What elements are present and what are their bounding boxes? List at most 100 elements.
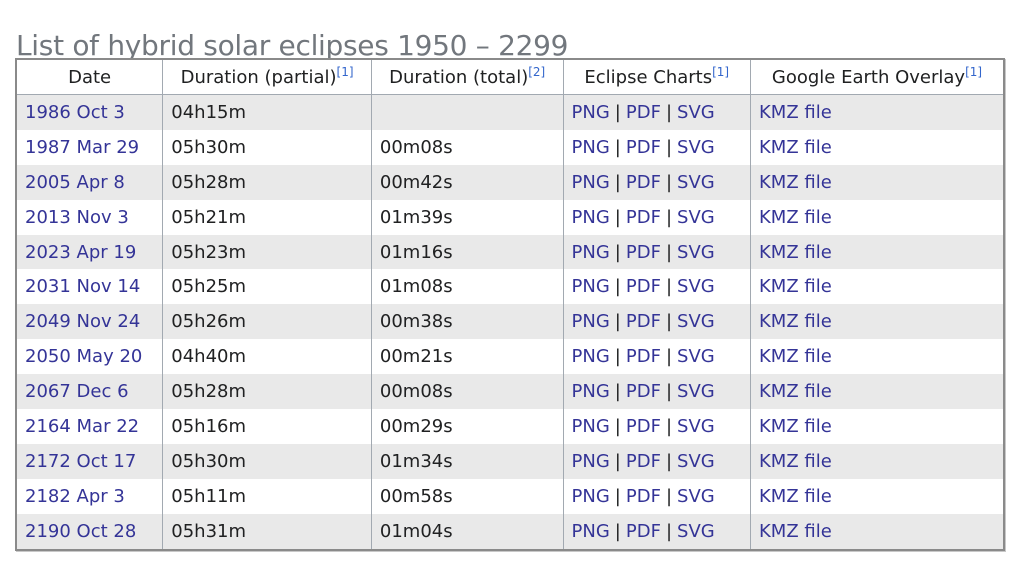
svg-link[interactable]: SVG	[677, 451, 715, 472]
header-duration-partial: Duration (partial)[1]	[162, 59, 372, 95]
date-link[interactable]: 2164 Mar 22	[25, 416, 139, 437]
separator: |	[665, 241, 673, 263]
kmz-link[interactable]: KMZ file	[759, 521, 832, 542]
png-link[interactable]: PNG	[572, 137, 610, 158]
kmz-link[interactable]: KMZ file	[759, 416, 832, 437]
separator: |	[614, 381, 621, 403]
separator: |	[665, 276, 673, 298]
date-link[interactable]: 2067 Dec 6	[25, 381, 129, 402]
table-row: 2172 Oct 17 05h30m 01m34s PNG | PDF | SVG KMZ fi…	[15, 443, 1005, 479]
kmz-link[interactable]: KMZ file	[759, 137, 832, 158]
duration-total-cell: 01m04s	[370, 513, 564, 550]
table-row: 2049 Nov 24 05h26m 00m38s PNG | PDF | SVG KMZ fi…	[15, 304, 1005, 340]
pdf-link[interactable]: PDF	[626, 276, 661, 297]
svg-link[interactable]: SVG	[677, 207, 715, 228]
png-link[interactable]: PNG	[572, 172, 610, 193]
pdf-link[interactable]: PDF	[626, 311, 661, 332]
pdf-link[interactable]: PDF	[626, 346, 661, 367]
date-link[interactable]: 1987 Mar 29	[25, 137, 139, 158]
kmz-link[interactable]: KMZ file	[759, 346, 832, 367]
duration-partial-cell: 05h16m	[162, 409, 372, 444]
date-link[interactable]: 2013 Nov 3	[25, 207, 129, 228]
kmz-link[interactable]: KMZ file	[759, 451, 832, 472]
kmz-link[interactable]: KMZ file	[759, 102, 832, 123]
eclipse-charts-cell: PNG | PDF | SVG	[562, 94, 751, 130]
svg-link[interactable]: SVG	[677, 311, 715, 332]
pdf-link[interactable]: PDF	[626, 451, 661, 472]
separator: |	[665, 450, 673, 472]
kmz-link[interactable]: KMZ file	[759, 242, 832, 263]
google-earth-cell: KMZ file	[749, 199, 1005, 235]
separator: |	[614, 171, 621, 193]
date-link[interactable]: 2050 May 20	[25, 346, 142, 367]
png-link[interactable]: PNG	[572, 521, 610, 542]
png-link[interactable]: PNG	[572, 486, 610, 507]
duration-total-cell	[370, 94, 564, 130]
date-link[interactable]: 2005 Apr 8	[25, 172, 125, 193]
date-link[interactable]: 2182 Apr 3	[25, 486, 125, 507]
reference-link[interactable]: [1]	[337, 65, 354, 79]
pdf-link[interactable]: PDF	[626, 102, 661, 123]
table-row: 1986 Oct 3 04h15m PNG | PDF | SVG KMZ file	[15, 94, 1005, 130]
png-link[interactable]: PNG	[572, 276, 610, 297]
separator: |	[665, 101, 673, 123]
eclipse-charts-cell: PNG | PDF | SVG	[562, 129, 751, 165]
date-link[interactable]: 1986 Oct 3	[25, 102, 125, 123]
kmz-link[interactable]: KMZ file	[759, 207, 832, 228]
reference-link[interactable]: [2]	[528, 65, 545, 79]
eclipse-charts-cell: PNG | PDF | SVG	[562, 304, 751, 340]
svg-link[interactable]: SVG	[677, 172, 715, 193]
kmz-link[interactable]: KMZ file	[759, 172, 832, 193]
svg-link[interactable]: SVG	[677, 416, 715, 437]
pdf-link[interactable]: PDF	[626, 521, 661, 542]
duration-total-cell: 01m16s	[370, 234, 564, 270]
separator: |	[614, 450, 621, 472]
png-link[interactable]: PNG	[572, 416, 610, 437]
pdf-link[interactable]: PDF	[626, 172, 661, 193]
svg-link[interactable]: SVG	[677, 102, 715, 123]
svg-link[interactable]: SVG	[677, 486, 715, 507]
duration-partial-cell: 05h21m	[162, 199, 372, 235]
svg-link[interactable]: SVG	[677, 276, 715, 297]
kmz-link[interactable]: KMZ file	[759, 486, 832, 507]
svg-link[interactable]: SVG	[677, 346, 715, 367]
svg-link[interactable]: SVG	[677, 137, 715, 158]
png-link[interactable]: PNG	[572, 451, 610, 472]
date-link[interactable]: 2023 Apr 19	[25, 242, 136, 263]
date-link[interactable]: 2172 Oct 17	[25, 451, 136, 472]
eclipse-charts-cell: PNG | PDF | SVG	[562, 513, 751, 550]
eclipse-charts-cell: PNG | PDF | SVG	[562, 339, 751, 375]
reference-link[interactable]: [1]	[965, 65, 982, 79]
pdf-link[interactable]: PDF	[626, 137, 661, 158]
google-earth-cell: KMZ file	[749, 304, 1005, 340]
date-link[interactable]: 2190 Oct 28	[25, 521, 136, 542]
pdf-link[interactable]: PDF	[626, 486, 661, 507]
separator: |	[614, 485, 621, 507]
eclipse-charts-cell: PNG | PDF | SVG	[562, 269, 751, 305]
pdf-link[interactable]: PDF	[626, 207, 661, 228]
pdf-link[interactable]: PDF	[626, 381, 661, 402]
reference-link[interactable]: [1]	[712, 65, 729, 79]
pdf-link[interactable]: PDF	[626, 416, 661, 437]
png-link[interactable]: PNG	[572, 381, 610, 402]
date-link[interactable]: 2031 Nov 14	[25, 276, 140, 297]
header-row: Date Duration (partial)[1] Duration (tot…	[15, 59, 1005, 95]
table-row: 2005 Apr 8 05h28m 00m42s PNG | PDF | SVG KMZ fil…	[15, 164, 1005, 200]
kmz-link[interactable]: KMZ file	[759, 276, 832, 297]
png-link[interactable]: PNG	[572, 311, 610, 332]
date-link[interactable]: 2049 Nov 24	[25, 311, 140, 332]
svg-link[interactable]: SVG	[677, 521, 715, 542]
separator: |	[614, 206, 621, 228]
png-link[interactable]: PNG	[572, 207, 610, 228]
png-link[interactable]: PNG	[572, 346, 610, 367]
header-eclipse-charts: Eclipse Charts[1]	[562, 59, 751, 95]
pdf-link[interactable]: PDF	[626, 242, 661, 263]
png-link[interactable]: PNG	[572, 102, 610, 123]
kmz-link[interactable]: KMZ file	[759, 381, 832, 402]
svg-link[interactable]: SVG	[677, 242, 715, 263]
png-link[interactable]: PNG	[572, 242, 610, 263]
duration-partial-cell: 04h15m	[162, 94, 372, 130]
svg-link[interactable]: SVG	[677, 381, 715, 402]
separator: |	[665, 485, 673, 507]
kmz-link[interactable]: KMZ file	[759, 311, 832, 332]
